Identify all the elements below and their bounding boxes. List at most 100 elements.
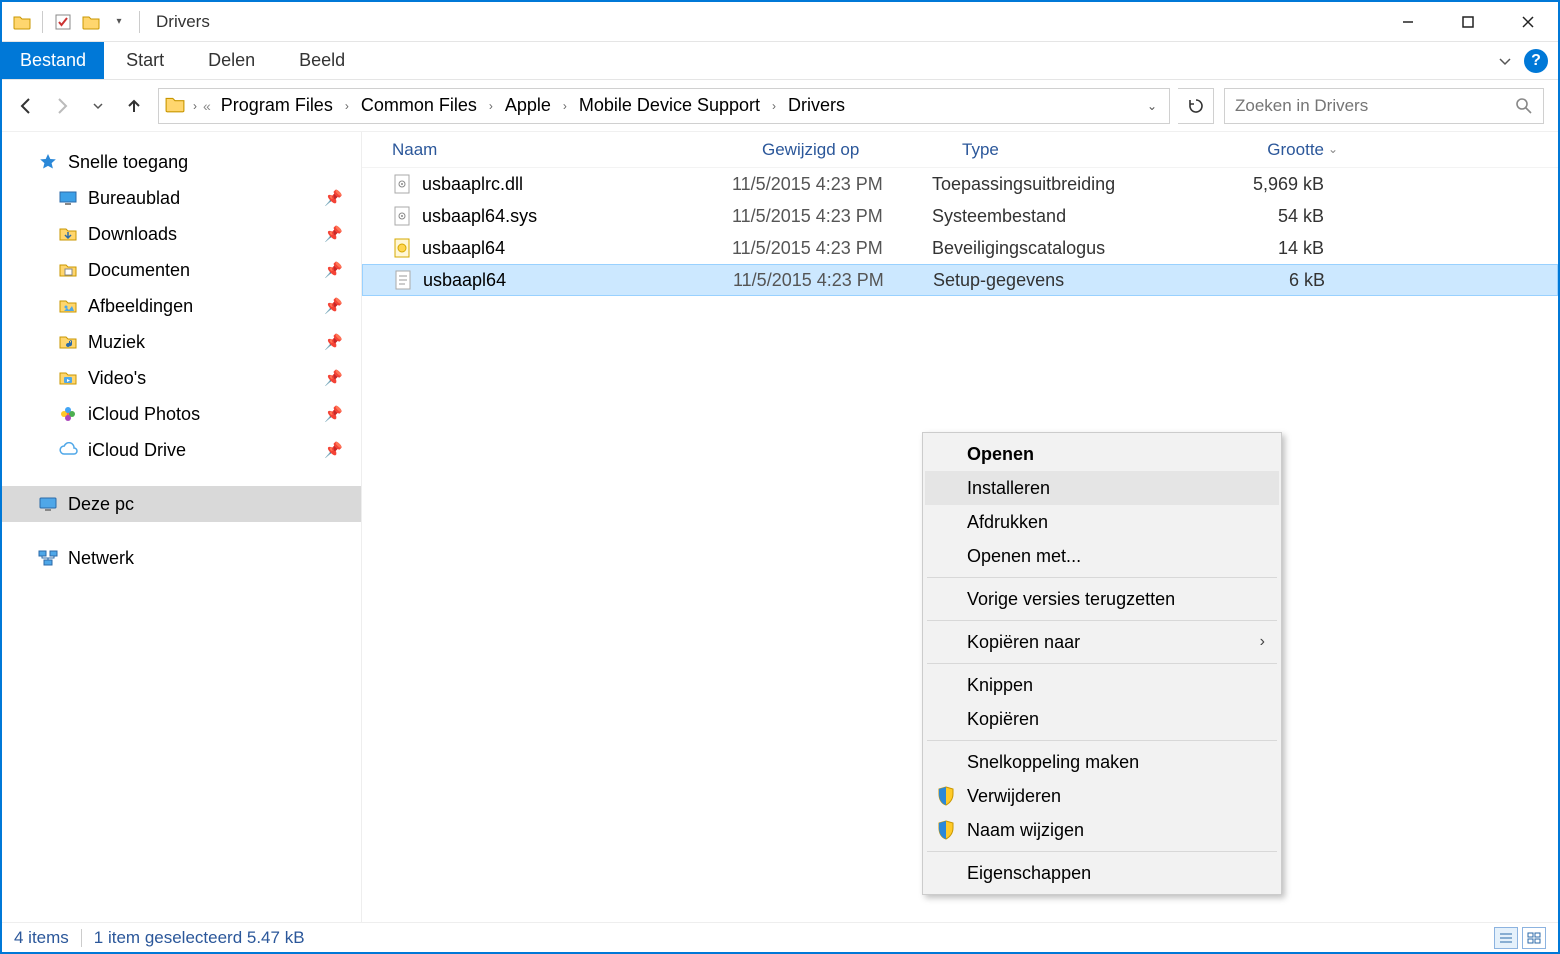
- menu-item[interactable]: Kopiëren: [925, 702, 1279, 736]
- view-icons-button[interactable]: [1522, 927, 1546, 949]
- menu-item[interactable]: Eigenschappen: [925, 856, 1279, 890]
- sidebar-quick-access[interactable]: Snelle toegang: [2, 144, 361, 180]
- column-header-type[interactable]: Type: [932, 140, 1222, 160]
- view-details-button[interactable]: [1494, 927, 1518, 949]
- search-field[interactable]: [1224, 88, 1544, 124]
- body: Snelle toegang Bureaublad📌Downloads📌Docu…: [2, 132, 1558, 922]
- folder-icon: [58, 260, 78, 280]
- sidebar-network[interactable]: Netwerk: [2, 540, 361, 576]
- pin-icon: 📌: [324, 189, 343, 207]
- nav-back-button[interactable]: [10, 90, 42, 122]
- sidebar-item[interactable]: Muziek📌: [2, 324, 361, 360]
- pin-icon: 📌: [324, 333, 343, 351]
- folder-icon: [165, 95, 187, 117]
- chevron-right-icon[interactable]: ›: [487, 99, 495, 113]
- file-row[interactable]: usbaapl64.sys11/5/2015 4:23 PMSysteembes…: [362, 200, 1558, 232]
- file-size: 14 kB: [1222, 238, 1342, 259]
- tab-view[interactable]: Beeld: [277, 42, 367, 79]
- sidebar-item[interactable]: Afbeeldingen📌: [2, 288, 361, 324]
- column-header-name[interactable]: Naam: [362, 140, 732, 160]
- breadcrumb-segment[interactable]: Common Files: [355, 95, 483, 116]
- sidebar-item[interactable]: Downloads📌: [2, 216, 361, 252]
- nav-history-button[interactable]: [82, 90, 114, 122]
- menu-separator: [927, 577, 1277, 578]
- search-input[interactable]: [1235, 96, 1515, 116]
- menu-item[interactable]: Kopiëren naar›: [925, 625, 1279, 659]
- menu-item[interactable]: Knippen: [925, 668, 1279, 702]
- menu-item[interactable]: Openen met...: [925, 539, 1279, 573]
- tab-home[interactable]: Start: [104, 42, 186, 79]
- sidebar-item[interactable]: Documenten📌: [2, 252, 361, 288]
- file-date: 11/5/2015 4:23 PM: [732, 206, 932, 227]
- file-date: 11/5/2015 4:23 PM: [732, 238, 932, 259]
- menu-item[interactable]: Naam wijzigen: [925, 813, 1279, 847]
- menu-item[interactable]: Openen: [925, 437, 1279, 471]
- nav-up-button[interactable]: [118, 90, 150, 122]
- breadcrumb-segment[interactable]: Apple: [499, 95, 557, 116]
- file-tab[interactable]: Bestand: [2, 42, 104, 79]
- status-selection: 1 item geselecteerd 5.47 kB: [94, 928, 305, 948]
- chevron-right-icon[interactable]: ›: [561, 99, 569, 113]
- menu-item[interactable]: Snelkoppeling maken: [925, 745, 1279, 779]
- sidebar-item[interactable]: Bureaublad📌: [2, 180, 361, 216]
- separator: [42, 11, 43, 33]
- folder-icon: [58, 188, 78, 208]
- file-row[interactable]: usbaapl6411/5/2015 4:23 PMSetup-gegevens…: [362, 264, 1558, 296]
- breadcrumb-segment[interactable]: Program Files: [215, 95, 339, 116]
- file-row[interactable]: usbaapl6411/5/2015 4:23 PMBeveiligingsca…: [362, 232, 1558, 264]
- ellipsis-icon[interactable]: «: [203, 98, 211, 114]
- breadcrumb[interactable]: › « Program Files › Common Files › Apple…: [158, 88, 1170, 124]
- sidebar-item[interactable]: iCloud Photos📌: [2, 396, 361, 432]
- tab-share[interactable]: Delen: [186, 42, 277, 79]
- menu-separator: [927, 740, 1277, 741]
- chevron-right-icon: ›: [1260, 633, 1265, 651]
- sidebar-item[interactable]: iCloud Drive📌: [2, 432, 361, 468]
- breadcrumb-segment[interactable]: Drivers: [782, 95, 851, 116]
- ribbon-expand-button[interactable]: [1490, 42, 1520, 79]
- pc-icon: [38, 494, 58, 514]
- menu-item[interactable]: Installeren: [925, 471, 1279, 505]
- properties-icon[interactable]: [53, 12, 73, 32]
- menu-item[interactable]: Verwijderen: [925, 779, 1279, 813]
- column-header-size[interactable]: Grootte ⌄: [1222, 140, 1342, 160]
- sidebar-item-label: Video's: [88, 368, 146, 389]
- search-icon[interactable]: [1515, 97, 1533, 115]
- navigation-pane[interactable]: Snelle toegang Bureaublad📌Downloads📌Docu…: [2, 132, 362, 922]
- file-type: Systeembestand: [932, 206, 1222, 227]
- folder-icon: [58, 224, 78, 244]
- sidebar-item[interactable]: Video's📌: [2, 360, 361, 396]
- sidebar-item-label: iCloud Drive: [88, 440, 186, 461]
- file-row[interactable]: usbaaplrc.dll11/5/2015 4:23 PMToepassing…: [362, 168, 1558, 200]
- sidebar-this-pc[interactable]: Deze pc: [2, 486, 361, 522]
- chevron-right-icon[interactable]: ›: [770, 99, 778, 113]
- breadcrumb-segment[interactable]: Mobile Device Support: [573, 95, 766, 116]
- file-list-pane[interactable]: Naam Gewijzigd op Type Grootte ⌄ usbaapl…: [362, 132, 1558, 922]
- menu-item-label: Snelkoppeling maken: [967, 752, 1139, 773]
- refresh-button[interactable]: [1178, 88, 1214, 124]
- nav-forward-button[interactable]: [46, 90, 78, 122]
- file-size: 54 kB: [1222, 206, 1342, 227]
- context-menu: OpenenInstalleren Afdrukken Openen met... V…: [922, 432, 1282, 895]
- help-button[interactable]: ?: [1524, 49, 1548, 73]
- column-header-date[interactable]: Gewijzigd op: [732, 140, 932, 160]
- file-size: 6 kB: [1223, 270, 1343, 291]
- folder-icon: [58, 440, 78, 460]
- menu-item[interactable]: Afdrukken: [925, 505, 1279, 539]
- close-button[interactable]: [1498, 2, 1558, 42]
- folder-small-icon[interactable]: [81, 12, 101, 32]
- file-type: Setup-gegevens: [933, 270, 1223, 291]
- menu-separator: [927, 851, 1277, 852]
- minimize-button[interactable]: [1378, 2, 1438, 42]
- breadcrumb-dropdown-button[interactable]: ⌄: [1141, 99, 1163, 113]
- menu-item[interactable]: Vorige versies terugzetten: [925, 582, 1279, 616]
- menu-item-label: Afdrukken: [967, 512, 1048, 533]
- maximize-button[interactable]: [1438, 2, 1498, 42]
- menu-separator: [927, 663, 1277, 664]
- column-dropdown-icon[interactable]: ⌄: [1328, 142, 1338, 156]
- file-icon: [392, 174, 412, 194]
- chevron-right-icon[interactable]: ›: [343, 99, 351, 113]
- dropdown-icon[interactable]: ▾: [109, 12, 129, 32]
- chevron-right-icon[interactable]: ›: [191, 99, 199, 113]
- file-icon: [392, 206, 412, 226]
- file-icon: [392, 238, 412, 258]
